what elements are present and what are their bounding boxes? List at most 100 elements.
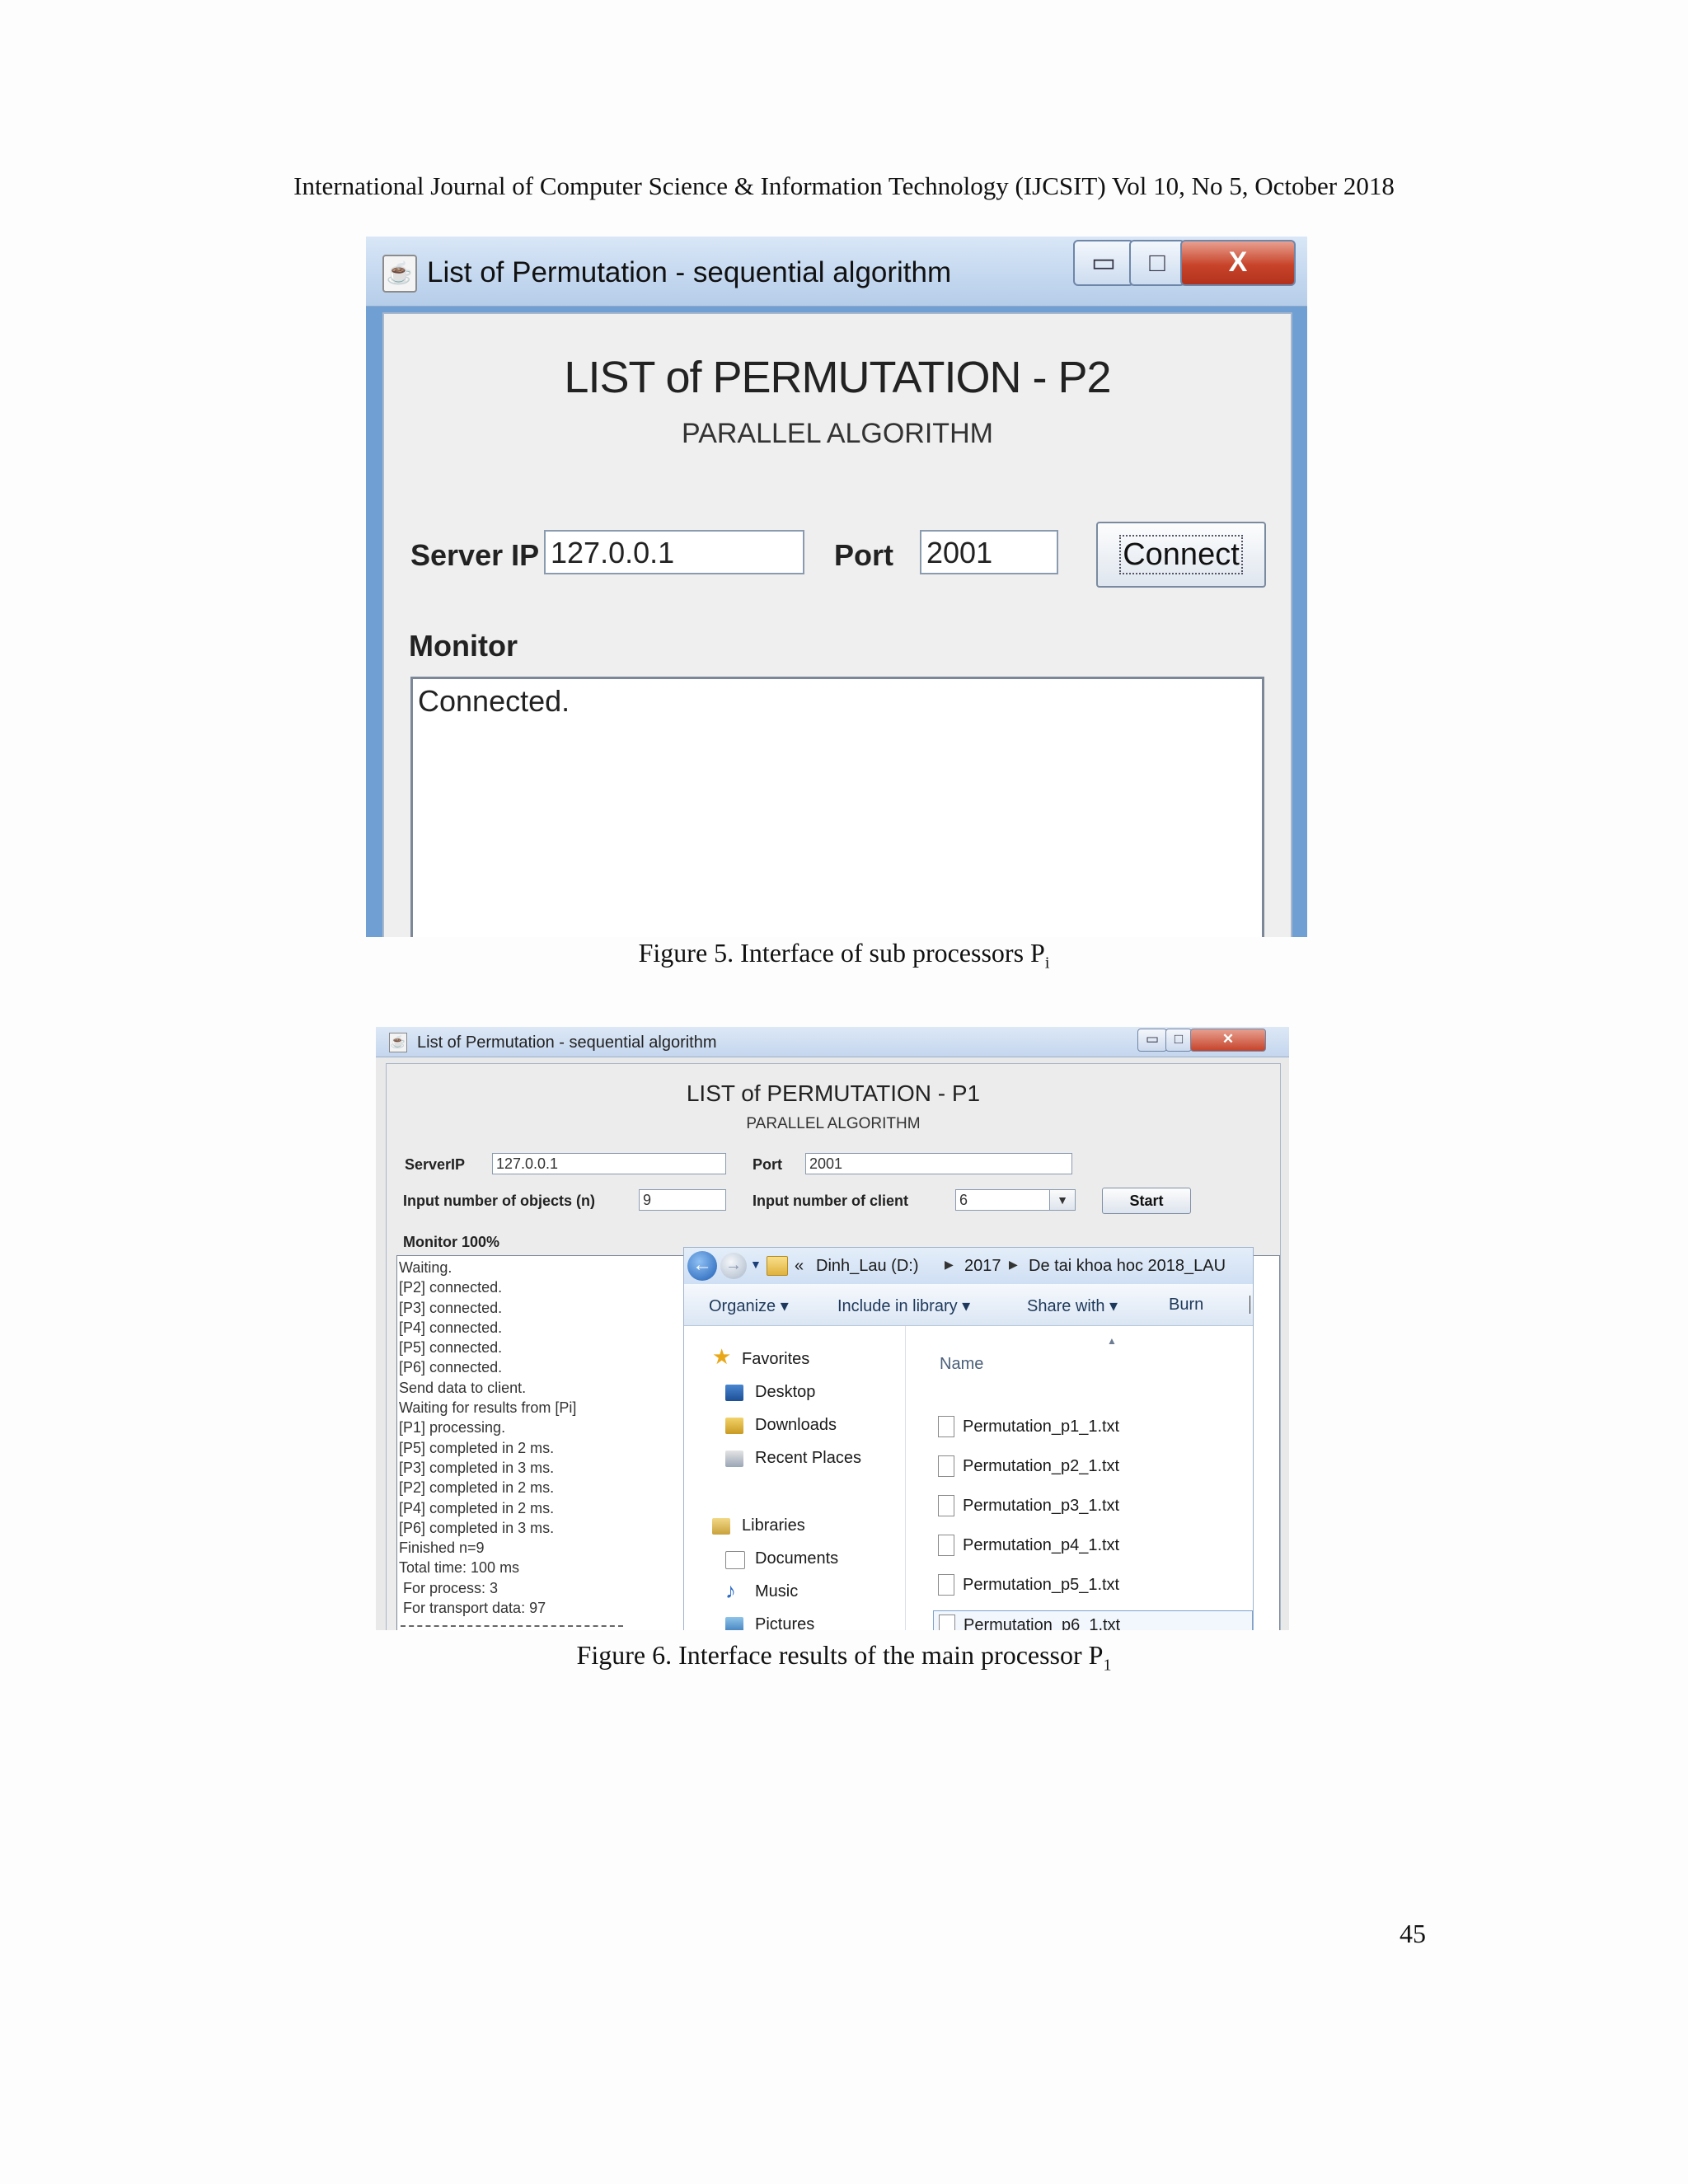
app-subtitle: PARALLEL ALGORITHM: [746, 1115, 921, 1132]
start-button[interactable]: Start: [1102, 1188, 1191, 1214]
nav-pictures[interactable]: Pictures: [755, 1615, 814, 1630]
name-column-header[interactable]: Name: [940, 1355, 983, 1374]
file-name: Permutation_p6_1.txt: [964, 1616, 1121, 1630]
log-line: [P5] completed in 2 ms.: [399, 1439, 555, 1456]
log-line: Send data to client.: [399, 1379, 527, 1396]
file-name: Permutation_p3_1.txt: [963, 1497, 1120, 1515]
pane-divider[interactable]: [905, 1326, 906, 1630]
address-bar: ← → ▼ « Dinh_Lau (D:) ▶ 2017 ▶ De tai kh…: [684, 1248, 1253, 1285]
file-name: Permutation_p4_1.txt: [963, 1536, 1120, 1554]
connect-button-label: Connect: [1119, 535, 1243, 574]
log-line: For process: 3: [399, 1579, 499, 1596]
nav-favorites[interactable]: Favorites: [742, 1350, 809, 1369]
text-file-icon: [938, 1535, 954, 1556]
downloads-icon: [725, 1418, 743, 1434]
nav-libraries[interactable]: Libraries: [742, 1516, 805, 1535]
breadcrumb-folder-2017[interactable]: 2017: [964, 1257, 1001, 1276]
port-field[interactable]: 2001: [805, 1153, 1072, 1174]
documents-icon: [725, 1551, 745, 1569]
monitor-label: Monitor 100%: [403, 1234, 500, 1250]
log-line: Finished n=9: [399, 1540, 485, 1557]
breadcrumb-separator-icon[interactable]: ▶: [945, 1258, 954, 1272]
port-label: Port: [753, 1156, 782, 1173]
figure5-caption-text: Figure 5. Interface of sub processors P: [638, 938, 1045, 968]
share-with-menu[interactable]: Share with ▾: [1027, 1296, 1118, 1316]
music-note-icon: ♪: [725, 1578, 736, 1603]
monitor-textarea[interactable]: Connected.: [410, 677, 1264, 937]
file-row[interactable]: Permutation_p5_1.txt: [933, 1571, 1253, 1599]
log-line: [P1] processing.: [399, 1419, 506, 1436]
breadcrumb-drive[interactable]: Dinh_Lau (D:): [816, 1257, 919, 1276]
figure6-caption: Figure 6. Interface results of the main …: [0, 1640, 1688, 1675]
window-titlebar: ☕ List of Permutation - sequential algor…: [366, 237, 1307, 307]
log-line: [P2] connected.: [399, 1279, 503, 1296]
connect-button[interactable]: Connect: [1096, 522, 1266, 588]
figure6-caption-subscript: 1: [1103, 1656, 1112, 1675]
close-icon[interactable]: X: [1180, 240, 1296, 286]
file-name: Permutation_p1_1.txt: [963, 1418, 1120, 1436]
minimize-icon[interactable]: ▭: [1073, 240, 1134, 286]
breadcrumb-overflow[interactable]: «: [795, 1257, 804, 1276]
server-ip-field[interactable]: 127.0.0.1: [544, 530, 804, 574]
back-arrow-icon[interactable]: ←: [687, 1251, 717, 1281]
forward-arrow-icon[interactable]: →: [720, 1253, 747, 1279]
app-subtitle: PARALLEL ALGORITHM: [682, 418, 993, 449]
log-line: [P6] completed in 3 ms.: [399, 1519, 555, 1536]
file-row[interactable]: Permutation_p4_1.txt: [933, 1531, 1253, 1559]
folder-icon: [767, 1256, 788, 1276]
text-file-icon: [938, 1574, 954, 1596]
breadcrumb-separator-icon[interactable]: ▶: [1009, 1258, 1018, 1272]
app-title: LIST of PERMUTATION - P2: [564, 353, 1111, 402]
journal-header: International Journal of Computer Scienc…: [293, 171, 1395, 200]
libraries-icon: [712, 1518, 730, 1535]
log-line: [P5] connected.: [399, 1339, 503, 1357]
log-line: [P4] connected.: [399, 1319, 503, 1336]
sort-ascending-icon: ▲: [1107, 1335, 1117, 1347]
explorer-toolbar: Organize ▾ Include in library ▾ Share wi…: [684, 1284, 1253, 1326]
breadcrumb-current-folder[interactable]: De tai khoa hoc 2018_LAU: [1029, 1257, 1226, 1276]
window-title: List of Permutation - sequential algorit…: [427, 256, 952, 288]
app-title: LIST of PERMUTATION - P1: [686, 1080, 981, 1106]
maximize-icon[interactable]: □: [1129, 240, 1185, 286]
nav-desktop[interactable]: Desktop: [755, 1383, 815, 1402]
log-line: For transport data: 97: [399, 1600, 546, 1617]
monitor-text: Connected.: [418, 684, 570, 718]
text-file-icon: [939, 1615, 955, 1630]
minimize-icon[interactable]: ▭: [1137, 1029, 1167, 1052]
log-line: [P4] completed in 2 ms.: [399, 1499, 555, 1516]
include-in-library-menu[interactable]: Include in library ▾: [837, 1296, 970, 1316]
monitor-log: Waiting. [P2] connected. [P3] connected. [P…: [399, 1258, 576, 1618]
text-file-icon: [938, 1416, 954, 1437]
page-number: 45: [1400, 1919, 1426, 1948]
maximize-icon[interactable]: □: [1165, 1029, 1192, 1052]
text-file-icon: [938, 1455, 954, 1477]
organize-menu[interactable]: Organize ▾: [709, 1296, 789, 1316]
window-controls: ▭ □ X: [1073, 240, 1296, 286]
nav-recent-places[interactable]: Recent Places: [755, 1449, 861, 1468]
file-row[interactable]: Permutation_p6_1.txt: [933, 1610, 1253, 1630]
window-client-area: LIST of PERMUTATION - P2 PARALLEL ALGORI…: [382, 312, 1292, 937]
objects-count-label: Input number of objects (n): [403, 1193, 595, 1209]
file-row[interactable]: Permutation_p3_1.txt: [933, 1492, 1253, 1520]
nav-documents[interactable]: Documents: [755, 1549, 838, 1568]
history-dropdown-icon[interactable]: ▼: [750, 1258, 762, 1271]
port-field[interactable]: 2001: [920, 530, 1058, 574]
nav-downloads[interactable]: Downloads: [755, 1416, 837, 1435]
file-row[interactable]: Permutation_p1_1.txt: [933, 1413, 1253, 1441]
pictures-icon: [725, 1617, 743, 1630]
favorites-star-icon: ★: [712, 1344, 732, 1369]
close-icon[interactable]: ✕: [1190, 1029, 1266, 1052]
objects-count-field[interactable]: 9: [639, 1189, 726, 1211]
figure5-caption-subscript: i: [1044, 954, 1050, 972]
client-count-combobox[interactable]: 6 ▼: [955, 1189, 1076, 1211]
window-client-area: LIST of PERMUTATION - P1 PARALLEL ALGORI…: [386, 1063, 1281, 1630]
client-count-value: 6: [959, 1192, 968, 1208]
figure6-caption-text: Figure 6. Interface results of the main …: [576, 1640, 1104, 1670]
burn-button[interactable]: Burn: [1169, 1296, 1203, 1315]
window-titlebar: ☕ List of Permutation - sequential algor…: [376, 1027, 1289, 1057]
text-file-icon: [938, 1495, 954, 1516]
server-ip-field[interactable]: 127.0.0.1: [492, 1153, 726, 1174]
nav-music[interactable]: Music: [755, 1582, 798, 1601]
chevron-down-icon[interactable]: ▼: [1049, 1190, 1075, 1210]
file-row[interactable]: Permutation_p2_1.txt: [933, 1452, 1253, 1480]
